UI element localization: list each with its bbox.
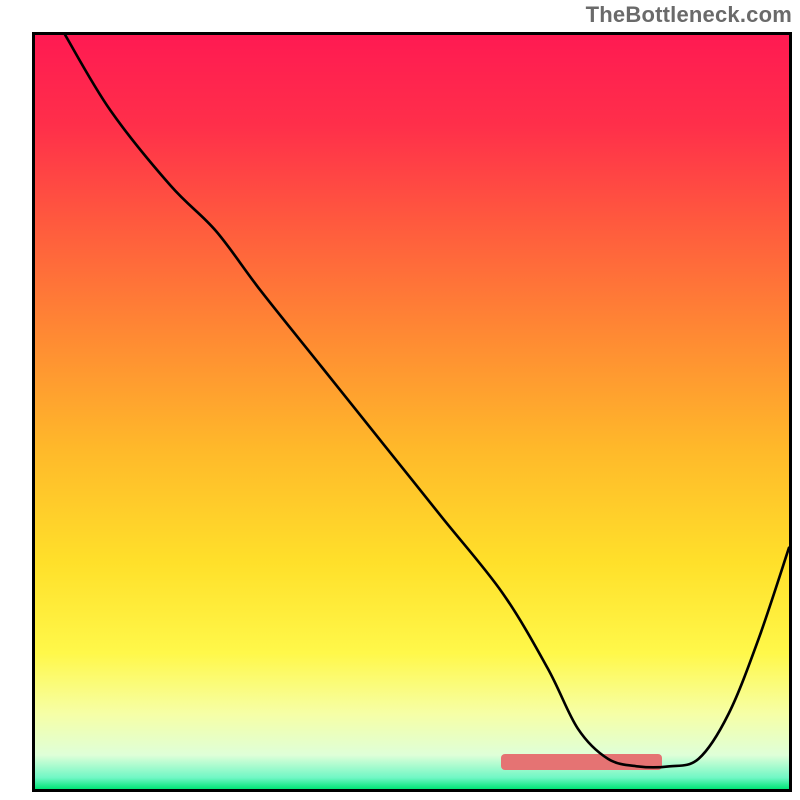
plot-frame — [32, 32, 792, 792]
watermark-text: TheBottleneck.com — [586, 2, 792, 28]
chart-root: TheBottleneck.com — [0, 0, 800, 800]
bottleneck-curve — [35, 35, 789, 789]
